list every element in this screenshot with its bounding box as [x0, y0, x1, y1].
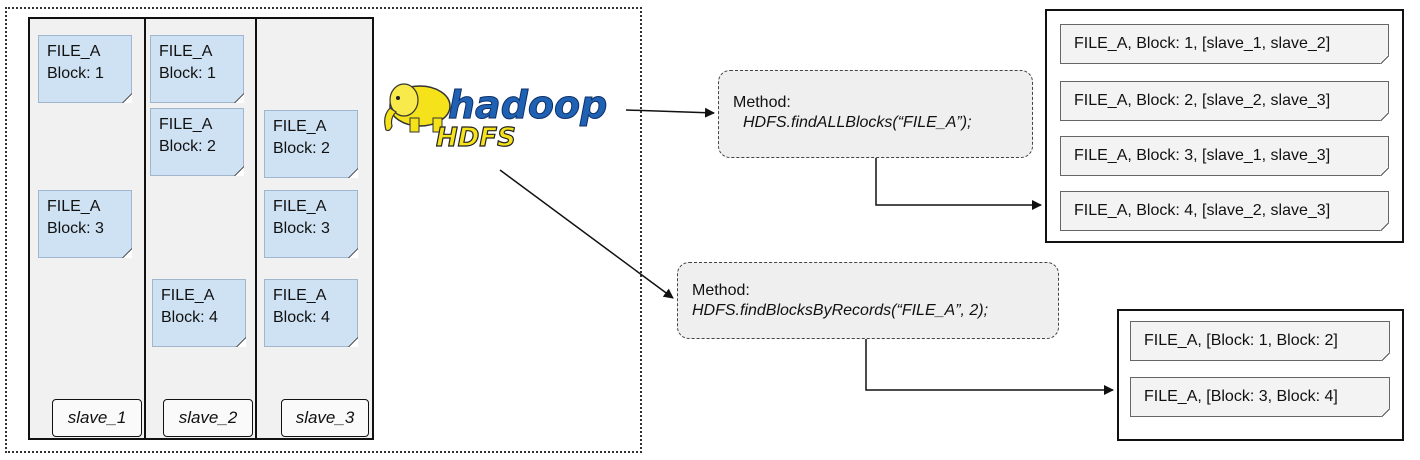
arrow-logo-to-method-1: [625, 107, 715, 118]
arrow-logo-to-method-2: [499, 169, 674, 299]
connector-arrows: [499, 107, 1114, 395]
arrow-method-2-to-results: [865, 339, 1114, 395]
arrow-method-1-to-results: [875, 158, 1042, 210]
